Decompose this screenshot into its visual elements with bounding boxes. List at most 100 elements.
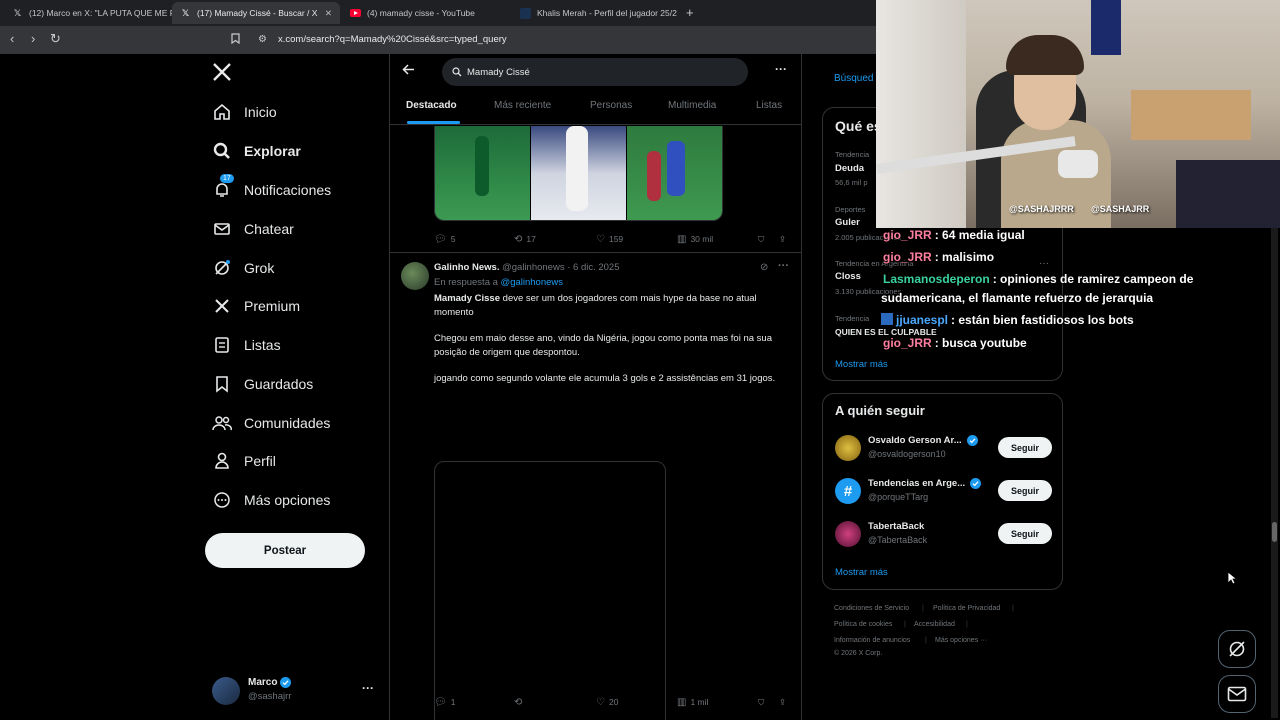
footer-link[interactable]: Política de Privacidad (933, 605, 1000, 612)
copyright: © 2026 X Corp. (834, 650, 883, 657)
page-scrollbar[interactable] (1271, 228, 1278, 718)
bookmark-icon[interactable]: ⛉ (758, 234, 764, 245)
mail-icon (212, 219, 232, 239)
more-dots-icon[interactable]: ··· (1039, 258, 1049, 269)
repost-button[interactable]: ⟲ (514, 697, 526, 708)
reply-button[interactable]: 💬︎ 5 (434, 234, 455, 245)
browser-tab[interactable]: (4) mamady cisse - YouTube (342, 2, 510, 24)
more-dots-icon[interactable]: ··· (775, 62, 787, 76)
views-button[interactable]: ▥ 1 mil (677, 697, 708, 708)
post-button[interactable]: Postear (205, 533, 365, 568)
sidebar-item-grok[interactable]: Grok (212, 253, 274, 283)
webcam-tag: @SASHAJRR (1091, 204, 1150, 214)
youtube-icon (350, 8, 361, 19)
tab-media[interactable]: Multimedia (668, 100, 716, 111)
reload-icon[interactable]: ↻ (50, 31, 61, 47)
sidebar-item-lists[interactable]: Listas (212, 330, 281, 360)
grok-icon[interactable]: ⊘ (760, 262, 768, 273)
chat-badge-icon (881, 313, 893, 325)
browser-tab[interactable]: 𝕏 (12) Marco en X: "LA PUTA QUE ME F (4, 2, 172, 24)
scrollbar-thumb[interactable] (1272, 522, 1277, 542)
messages-float-button[interactable] (1218, 675, 1256, 713)
close-tab-icon[interactable]: ✕ (319, 8, 332, 19)
tab-featured[interactable]: Destacado (406, 100, 457, 111)
post-image[interactable] (531, 126, 626, 220)
reply-button[interactable]: 💬︎ 1 (434, 697, 455, 708)
like-button[interactable]: ♡ 20 (596, 697, 618, 708)
search-icon (212, 141, 232, 161)
grok-float-button[interactable] (1218, 630, 1256, 668)
back-arrow-icon[interactable]: ‹ (10, 31, 14, 46)
sidebar-item-profile[interactable]: Perfil (212, 446, 276, 476)
share-icon[interactable]: ⇪ (779, 234, 786, 245)
follow-button[interactable]: Seguir (998, 523, 1052, 544)
more-dots-icon[interactable]: ··· (778, 260, 789, 272)
sidebar-item-bookmarks[interactable]: Guardados (212, 369, 313, 399)
mention-link[interactable]: Mamady Cisse (434, 293, 500, 304)
repost-button[interactable]: ⟲ 17 (514, 234, 536, 245)
post-media-grid[interactable] (434, 126, 723, 221)
notification-badge: 17 (220, 174, 234, 183)
browser-tab[interactable]: Khalis Merah - Perfil del jugador 25/2 (512, 2, 682, 24)
footer-link[interactable]: Política de cookies (834, 621, 892, 628)
verified-badge-icon (970, 478, 982, 489)
footer-link[interactable]: Accesibilidad (914, 621, 955, 628)
site-info-icon[interactable]: ⚙ (258, 34, 267, 45)
show-more-link[interactable]: Mostrar más (835, 567, 888, 578)
follow-handle: @osvaldogerson10 (868, 449, 946, 459)
post-handle[interactable]: @galinhonews (502, 262, 564, 273)
follow-button[interactable]: Seguir (998, 437, 1052, 458)
footer-link[interactable]: Información de anuncios (834, 637, 910, 644)
sidebar-item-home[interactable]: Inicio (212, 97, 277, 127)
bookmark-icon[interactable]: ⛉ (758, 697, 764, 708)
sidebar-item-explore[interactable]: Explorar (212, 136, 301, 166)
browser-tab-active[interactable]: 𝕏 (17) Mamady Cissé - Buscar / X ✕ (172, 2, 340, 24)
sidebar-item-premium[interactable]: Premium (212, 291, 300, 321)
search-input[interactable]: Mamady Cissé (442, 58, 748, 86)
avatar[interactable] (401, 262, 429, 290)
tab-people[interactable]: Personas (590, 100, 632, 111)
x-logo-icon (213, 63, 231, 81)
sidebar-item-communities[interactable]: Comunidades (212, 408, 330, 438)
x-logo-icon (212, 296, 232, 316)
post-video[interactable] (434, 461, 666, 720)
post-actions: 💬︎ 1 ⟲ ♡ 20 ▥ 1 mil ⛉ ⇪ (434, 695, 789, 709)
heart-icon: ♡ (596, 233, 605, 245)
url-field[interactable]: x.com/search?q=Mamady%20Cissé&src=typed_… (278, 34, 507, 45)
sidebar-item-chat[interactable]: Chatear (212, 214, 294, 244)
tab-latest[interactable]: Más reciente (494, 100, 551, 111)
sidebar-item-notifications[interactable]: 17 Notificaciones (212, 174, 331, 205)
new-tab-icon[interactable]: + (686, 5, 694, 20)
post-author[interactable]: Galinho News. (434, 262, 499, 273)
post[interactable]: Galinho News. @galinhonews · 6 dic. 2025… (390, 253, 801, 720)
back-arrow-icon[interactable] (402, 63, 415, 81)
post-actions: 💬︎ 5 ⟲ 17 ♡ 159 ▥ 30 mil ⛉ ⇪ (434, 232, 789, 246)
repost-icon: ⟲ (514, 696, 523, 708)
follow-button[interactable]: Seguir (998, 480, 1052, 501)
footer-link[interactable]: Condiciones de Servicio (834, 605, 909, 612)
more-dots-icon[interactable]: ··· (362, 681, 374, 695)
post-date[interactable]: · 6 dic. 2025 (567, 262, 619, 273)
sidebar-item-more-options[interactable]: Más opciones (212, 485, 330, 515)
heart-icon: ♡ (596, 696, 605, 708)
account-switcher[interactable]: Marco @sashajrr ··· (212, 675, 377, 709)
reply-to-link[interactable]: @galinhonews (501, 277, 563, 288)
chat-message: Lasmanosdeperon: opiniones de ramirez ca… (883, 272, 1194, 286)
share-icon[interactable]: ⇪ (779, 697, 786, 708)
x-logo[interactable] (212, 62, 232, 87)
more-circle-icon (212, 490, 232, 510)
bookmark-star-icon[interactable] (231, 33, 240, 47)
like-button[interactable]: ♡ 159 (596, 234, 623, 245)
tab-title: (17) Mamady Cissé - Buscar / X (197, 8, 318, 18)
main-column: Mamady Cissé ··· Destacado Más reciente … (389, 54, 802, 720)
views-button[interactable]: ▥ 30 mil (677, 234, 713, 245)
person-icon (212, 451, 232, 471)
search-saved-link[interactable]: Búsqued (834, 73, 873, 84)
forward-arrow-icon[interactable]: › (31, 31, 35, 46)
post-image[interactable] (435, 126, 530, 220)
post-image[interactable] (627, 126, 722, 220)
footer-link[interactable]: Más opciones ··· (935, 637, 987, 644)
show-more-link[interactable]: Mostrar más (835, 359, 888, 370)
tab-lists[interactable]: Listas (756, 100, 782, 111)
chat-message: gio_JRR: malisimo (883, 250, 995, 264)
